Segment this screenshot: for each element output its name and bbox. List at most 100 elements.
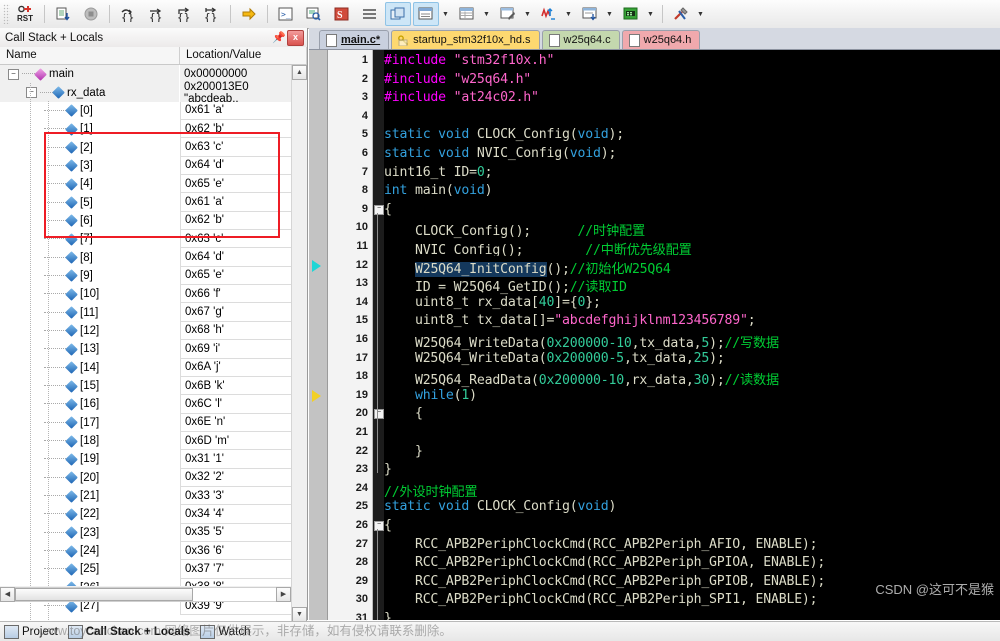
tree-node-value-cell[interactable]: 0x200013E0 "abcdeab.. (180, 81, 292, 105)
scroll-up-button[interactable]: ▲ (292, 65, 307, 80)
table-row[interactable]: [9] 0x65 'e' (0, 266, 307, 286)
tree-node-name-cell[interactable]: [9] (0, 266, 180, 286)
table-row[interactable]: [12] 0x68 'h' (0, 321, 307, 341)
tree-node-name-cell[interactable]: [22] (0, 505, 180, 524)
code-folding-margin[interactable]: − − − (373, 50, 384, 620)
table-row[interactable]: [23] 0x35 '5' (0, 523, 307, 543)
analysis-windows-button[interactable] (536, 2, 562, 26)
tree-node-name-cell[interactable]: [23] (0, 523, 180, 542)
table-row[interactable]: [16] 0x6C 'l' (0, 394, 307, 415)
fold-toggle-icon[interactable]: − (374, 521, 384, 531)
tree-node-name-cell[interactable]: [0] (0, 101, 180, 121)
toolbar-grip[interactable] (3, 4, 10, 24)
tree-node-name-cell[interactable]: [5] (0, 193, 180, 212)
tree-node-name-cell[interactable]: [4] (0, 175, 180, 194)
step-over-button[interactable]: {} (143, 2, 169, 26)
code-line[interactable]: RCC_APB2PeriphClockCmd(RCC_APB2Periph_GP… (384, 574, 825, 589)
table-row[interactable]: [19] 0x31 '1' (0, 449, 307, 470)
table-row[interactable]: [11] 0x67 'g' (0, 302, 307, 323)
trace-windows-button[interactable] (577, 2, 603, 26)
tree-node-value-cell[interactable]: 0x34 '4' (180, 505, 292, 524)
tree-node-value-cell[interactable]: 0x64 'd' (180, 156, 292, 176)
table-row[interactable]: [18] 0x6D 'm' (0, 431, 307, 451)
table-row[interactable]: [24] 0x36 '6' (0, 541, 307, 561)
tree-node-name-cell[interactable]: [19] (0, 450, 180, 469)
code-line[interactable]: uint8_t rx_data[40]={0}; (384, 295, 601, 310)
tree-node-value-cell[interactable]: 0x62 'b' (180, 120, 292, 139)
code-line[interactable]: CLOCK_Config(); //时钟配置 (384, 220, 645, 239)
table-row[interactable]: [10] 0x66 'f' (0, 284, 307, 304)
code-line[interactable]: int main(void) (384, 183, 493, 198)
code-line[interactable]: RCC_APB2PeriphClockCmd(RCC_APB2Periph_GP… (384, 555, 825, 570)
show-next-statement-button[interactable] (236, 2, 262, 26)
tree-node-value-cell[interactable]: 0x63 'c' (180, 230, 292, 249)
auto-hide-pin-icon[interactable]: 📌 (272, 31, 286, 44)
tree-node-name-cell[interactable]: [20] (0, 468, 180, 487)
memory-windows-button[interactable] (454, 2, 480, 26)
table-row[interactable]: [20] 0x32 '2' (0, 468, 307, 488)
debug-margin[interactable] (309, 50, 328, 620)
locals-horizontal-scrollbar[interactable]: ◀ ▶ (0, 586, 291, 602)
table-row[interactable]: [21] 0x33 '3' (0, 486, 307, 506)
code-line[interactable]: { (384, 202, 392, 217)
tree-node-value-cell[interactable]: 0x61 'a' (180, 101, 292, 121)
tree-node-value-cell[interactable]: 0x63 'c' (180, 138, 292, 157)
tree-node-name-cell[interactable]: [3] (0, 156, 180, 176)
code-line[interactable]: { (384, 518, 392, 533)
tree-node-value-cell[interactable]: 0x67 'g' (180, 303, 292, 322)
table-row[interactable]: [25] 0x37 '7' (0, 559, 307, 580)
serial-windows-button[interactable] (495, 2, 521, 26)
tree-node-value-cell[interactable]: 0x37 '7' (180, 560, 292, 579)
toolbox-button[interactable] (668, 2, 694, 26)
code-line[interactable]: static void CLOCK_Config(void) (384, 499, 616, 514)
scroll-right-button[interactable]: ▶ (276, 586, 291, 602)
code-line[interactable]: while(1) (384, 388, 477, 403)
tree-node-name-cell[interactable]: [14] (0, 358, 180, 377)
tree-node-name-cell[interactable]: [16] (0, 395, 180, 414)
tree-node-value-cell[interactable]: 0x35 '5' (180, 523, 292, 542)
tree-node-name-cell[interactable]: [11] (0, 303, 180, 322)
locals-vertical-scrollbar[interactable]: ▲ ▼ (291, 65, 307, 638)
tree-node-name-cell[interactable]: [17] (0, 413, 180, 432)
tree-node-value-cell[interactable]: 0x32 '2' (180, 468, 292, 487)
tree-node-name-cell[interactable]: [13] (0, 340, 180, 359)
tree-expander-icon[interactable]: − (26, 87, 37, 99)
code-line[interactable]: } (384, 462, 392, 477)
code-line[interactable]: #include "w25q64.h" (384, 72, 531, 87)
code-line[interactable]: static void CLOCK_Config(void); (384, 127, 624, 142)
table-row[interactable]: [13] 0x69 'i' (0, 339, 307, 359)
stop-button[interactable] (78, 2, 104, 26)
tree-node-value-cell[interactable]: 0x6A 'j' (180, 358, 292, 377)
code-line[interactable]: uint16_t ID=0; (384, 165, 493, 180)
tree-node-value-cell[interactable]: 0x6D 'm' (180, 431, 292, 451)
tree-node-value-cell[interactable]: 0x33 '3' (180, 486, 292, 506)
tree-node-name-cell[interactable]: [18] (0, 431, 180, 451)
system-viewer-button[interactable] (618, 2, 644, 26)
tree-node-value-cell[interactable]: 0x65 'e' (180, 175, 292, 194)
step-out-button[interactable]: {} (171, 2, 197, 26)
code-line[interactable]: #include "at24c02.h" (384, 90, 539, 105)
tree-node-name-cell[interactable]: [21] (0, 486, 180, 506)
symbol-window-button[interactable]: S (329, 2, 355, 26)
reset-cpu-button[interactable]: RST (13, 2, 39, 26)
registers-window-button[interactable] (357, 2, 383, 26)
tree-node-name-cell[interactable]: [25] (0, 560, 180, 579)
table-row[interactable]: [15] 0x6B 'k' (0, 376, 307, 396)
tree-node-value-cell[interactable]: 0x31 '1' (180, 450, 292, 469)
table-row[interactable]: [14] 0x6A 'j' (0, 358, 307, 378)
code-line[interactable]: { (384, 406, 423, 421)
fold-toggle-icon[interactable]: − (374, 204, 384, 215)
watch-windows-button[interactable] (413, 2, 439, 26)
toolbox-dropdown[interactable]: ▼ (695, 3, 706, 25)
code-line[interactable]: W25Q64_WriteData(0x200000-10,tx_data,5);… (384, 332, 779, 351)
call-stack-window-button[interactable] (385, 2, 411, 26)
table-row[interactable]: [2] 0x63 'c' (0, 137, 307, 158)
tree-node-name-cell[interactable]: [6] (0, 211, 180, 231)
tree-node-name-cell[interactable]: [24] (0, 541, 180, 561)
tree-node-name-cell[interactable]: − rx_data (0, 83, 180, 102)
bottom-tab-project[interactable]: Project (4, 624, 58, 639)
table-row[interactable]: [8] 0x64 'd' (0, 247, 307, 268)
code-line[interactable]: W25Q64_WriteData(0x200000-5,tx_data,25); (384, 351, 725, 366)
step-into-button[interactable]: {} (115, 2, 141, 26)
scroll-down-button[interactable]: ▼ (292, 607, 307, 622)
